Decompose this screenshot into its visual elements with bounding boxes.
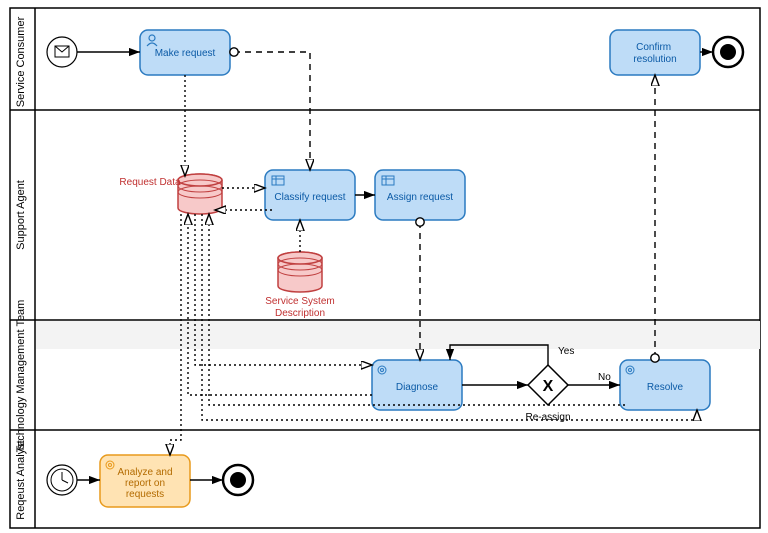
datastore-service-system: Service System Description <box>265 252 334 319</box>
task-diagnose: Diagnose <box>372 360 462 410</box>
svg-text:No: No <box>598 372 611 383</box>
start-event-message <box>47 37 77 67</box>
svg-text:Diagnose: Diagnose <box>396 382 439 393</box>
bpmn-diagram: Service Consumer Support Agent Technolog… <box>0 0 768 533</box>
svg-text:Make request: Make request <box>155 48 216 59</box>
msg-make-classify <box>234 52 310 170</box>
svg-text:Yes: Yes <box>558 346 574 357</box>
task-analyze: Analyze and report on requests <box>100 455 190 507</box>
task-resolve: Resolve <box>620 360 710 410</box>
lane-service-consumer: Service Consumer <box>15 16 27 107</box>
lane-tech-mgmt: Technology Management Team <box>15 300 27 453</box>
task-confirm-resolution: Confirm resolution <box>610 30 700 75</box>
pool <box>10 8 760 528</box>
task-make-request: Make request <box>140 30 230 75</box>
svg-text:Service System: Service System <box>265 296 334 307</box>
svg-text:Classify request: Classify request <box>274 192 345 203</box>
start-event-timer <box>47 465 77 495</box>
lane-support-agent: Support Agent <box>15 180 27 250</box>
task-assign-request: Assign request <box>375 170 465 220</box>
lane-request-analyst: Reqeust Analyst <box>15 440 27 520</box>
task-classify-request: Classify request <box>265 170 355 220</box>
svg-text:X: X <box>543 378 554 395</box>
svg-text:report on: report on <box>125 478 165 489</box>
end-event-analyst <box>223 465 253 495</box>
svg-text:Re-assign: Re-assign <box>525 412 570 423</box>
svg-text:Confirm resolution: Confirm resolution <box>633 42 676 65</box>
svg-text:Analyze and: Analyze and <box>117 467 172 478</box>
datastore-request-data: Request Data <box>119 174 222 214</box>
svg-text:requests: requests <box>126 489 164 500</box>
svg-text:Resolve: Resolve <box>647 382 684 393</box>
svg-text:Description: Description <box>275 308 325 319</box>
svg-text:Assign request: Assign request <box>387 192 453 203</box>
end-event <box>713 37 743 67</box>
svg-text:Request Data: Request Data <box>119 177 181 188</box>
